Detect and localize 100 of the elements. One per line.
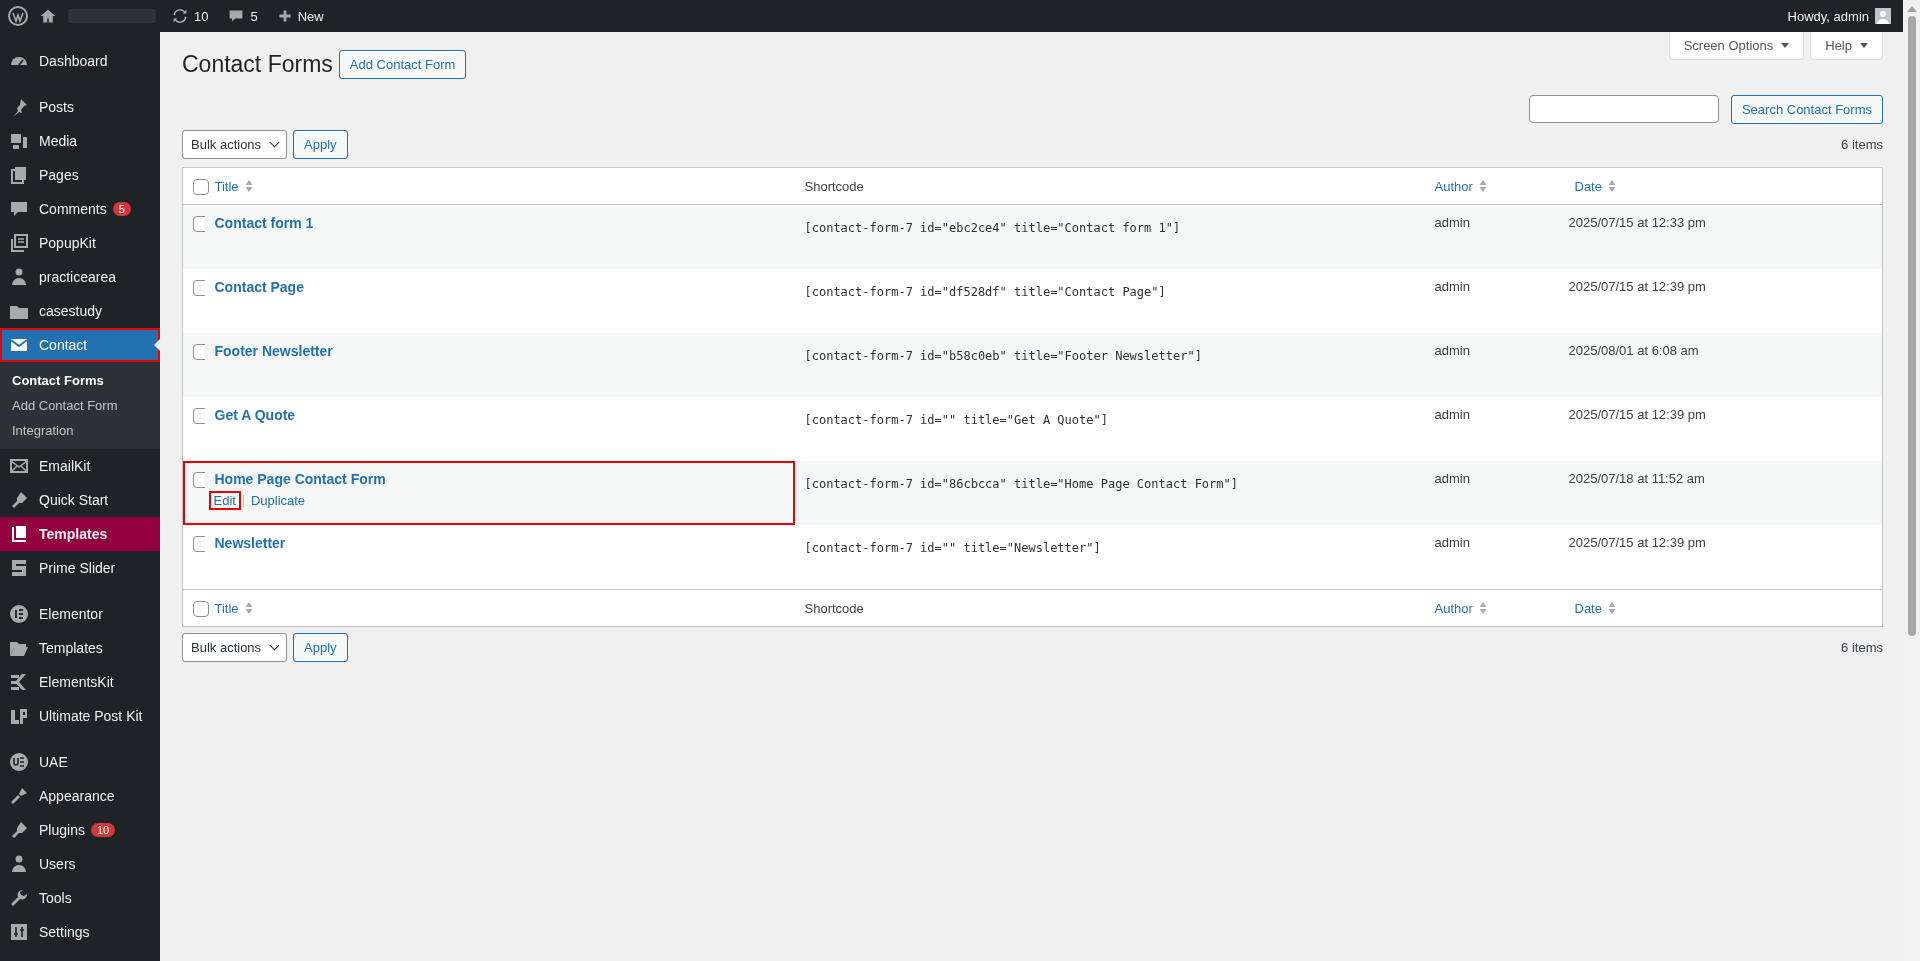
page-icon <box>9 524 29 544</box>
table-cell: 2025/07/18 at 11:52 am <box>1564 461 1883 525</box>
speech-bubble-icon <box>228 8 245 24</box>
table-cell: [contact-form-7 id="" title="Newsletter"] <box>794 525 1425 590</box>
bulk-actions-dropdown[interactable]: Bulk actions <box>182 633 288 662</box>
sidebar-menu-item[interactable]: ElementsKit <box>0 665 160 699</box>
sort-arrows-icon <box>244 179 253 193</box>
popup-icon <box>9 233 29 253</box>
sortable-column-header[interactable]: Date <box>1574 600 1616 616</box>
sidebar-menu-item[interactable]: Quick Start <box>0 483 160 517</box>
sort-arrows-icon <box>1607 179 1616 193</box>
sidebar-menu-item[interactable]: UAE <box>0 745 160 779</box>
sidebar-menu-item[interactable]: Comments 5 <box>0 192 160 226</box>
table-cell: 2025/08/01 at 6:08 am <box>1564 333 1883 397</box>
submenu-item[interactable]: Contact Forms <box>0 368 160 393</box>
comments-link[interactable]: 5 <box>224 8 262 24</box>
help-tab[interactable]: Help <box>1810 32 1883 60</box>
dropdown-triangle-icon <box>1860 43 1868 48</box>
form-title-link[interactable]: Contact form 1 <box>214 215 314 231</box>
plus-icon <box>277 9 292 23</box>
sortable-column-header[interactable]: Date <box>1574 178 1616 194</box>
table-cell: 2025/07/15 at 12:39 pm <box>1564 269 1883 333</box>
form-title-link[interactable]: Home Page Contact Form <box>214 471 386 487</box>
item-count: 6 items <box>1841 137 1883 152</box>
checkbox[interactable] <box>193 178 209 195</box>
new-link[interactable]: New <box>273 8 328 24</box>
submenu-item[interactable]: Integration <box>0 418 160 443</box>
bulk-actions-dropdown[interactable]: Bulk actions <box>182 130 288 159</box>
screen-options-tab[interactable]: Screen Options <box>1668 32 1805 60</box>
sidebar-menu-item[interactable]: Ultimate Post Kit <box>0 699 160 733</box>
page-title: Contact Forms <box>182 51 333 78</box>
wordpress-logo-icon[interactable] <box>8 6 28 26</box>
sortable-column-header[interactable]: Author <box>1434 600 1487 616</box>
updates-link[interactable]: 10 <box>168 8 213 24</box>
table-cell: [contact-form-7 id="b58c0eb" title="Footer Newsletter"] <box>794 333 1425 397</box>
sort-arrows-icon <box>244 601 253 615</box>
sortable-column-header[interactable]: Author <box>1434 178 1487 194</box>
sidebar-menu-item[interactable]: Dashboard <box>0 44 160 78</box>
count-badge: 5 <box>112 202 131 216</box>
sidebar-menu-item[interactable]: Pages <box>0 158 160 192</box>
sidebar-menu-item[interactable]: Media <box>0 124 160 158</box>
column-header: Shortcode <box>804 600 864 616</box>
table-cell: 2025/07/15 at 12:39 pm <box>1564 525 1883 590</box>
brush-icon <box>9 786 29 806</box>
sidebar-menu-item[interactable]: Posts <box>0 90 160 124</box>
sortable-column-header[interactable]: Title <box>214 178 253 194</box>
sidebar-menu-item[interactable]: Templates <box>0 631 160 665</box>
sidebar-menu-item[interactable]: Users <box>0 847 160 881</box>
up-mark-icon <box>9 706 29 726</box>
table-cell: admin <box>1424 525 1565 590</box>
letter-e-circle-icon <box>9 604 29 624</box>
home-icon[interactable] <box>40 8 56 24</box>
ue-circle-icon <box>9 752 29 772</box>
sidebar-menu-item[interactable]: Appearance <box>0 779 160 813</box>
dropdown-triangle-icon <box>1781 43 1790 48</box>
apply-button[interactable]: Apply <box>293 633 348 662</box>
sidebar-menu-item[interactable]: practicearea <box>0 260 160 294</box>
form-title-link[interactable]: Footer Newsletter <box>214 343 333 359</box>
form-title-link[interactable]: Get A Quote <box>214 407 296 423</box>
ek-mark-icon <box>9 672 29 692</box>
speech-bubble-icon <box>9 199 29 219</box>
add-contact-form-button[interactable]: Add Contact Form <box>338 50 467 79</box>
sidebar-menu-item[interactable]: Contact <box>0 328 160 362</box>
sidebar-menu-item[interactable]: EmailKit <box>0 449 160 483</box>
envelope-icon <box>9 456 29 476</box>
person-icon <box>9 854 29 874</box>
table-cell: [contact-form-7 id="" title="Get A Quote"] <box>794 397 1425 461</box>
person-icon <box>9 267 29 287</box>
account-menu[interactable]: Howdy, admin <box>1783 8 1895 24</box>
sidebar-menu-item[interactable]: Templates <box>0 517 160 551</box>
row-action-link[interactable]: Edit <box>210 493 239 508</box>
sidebar-menu-item[interactable]: Tools <box>0 881 160 915</box>
search-field[interactable] <box>1528 95 1719 123</box>
sort-arrows-icon <box>1478 601 1487 615</box>
table-cell: [contact-form-7 id="86cbcca" title="Home Page Contact Form"] <box>794 461 1425 525</box>
sort-arrows-icon <box>1478 179 1487 193</box>
search-button[interactable]: Search Contact Forms <box>1730 95 1883 124</box>
form-title-link[interactable]: Contact Page <box>214 279 304 295</box>
row-action-link[interactable]: Duplicate <box>247 493 309 508</box>
table-cell: [contact-form-7 id="df528df" title="Contact Page"] <box>794 269 1425 333</box>
avatar-placeholder-icon <box>1875 8 1891 24</box>
refresh-icon <box>172 8 188 24</box>
sidebar-menu-item[interactable]: Plugins 10 <box>0 813 160 847</box>
table-cell: admin <box>1424 397 1565 461</box>
sidebar-menu-item[interactable]: Elementor <box>0 597 160 631</box>
table-cell: admin <box>1424 461 1565 525</box>
sortable-column-header[interactable]: Title <box>214 600 253 616</box>
checkbox[interactable] <box>193 600 209 617</box>
sliders-icon <box>9 922 29 942</box>
sidebar-menu-item[interactable]: Prime Slider <box>0 551 160 585</box>
sidebar-menu-item[interactable]: casestudy <box>0 294 160 328</box>
apply-button[interactable]: Apply <box>293 130 348 159</box>
count-badge: 10 <box>90 823 116 837</box>
s-shape-icon <box>9 558 29 578</box>
table-cell: [contact-form-7 id="ebc2ce4" title="Contact form 1"] <box>794 204 1425 269</box>
table-cell: 2025/07/15 at 12:33 pm <box>1564 204 1883 269</box>
sidebar-menu-item[interactable]: Settings <box>0 915 160 949</box>
form-title-link[interactable]: Newsletter <box>214 535 286 551</box>
submenu-item[interactable]: Add Contact Form <box>0 393 160 418</box>
sidebar-menu-item[interactable]: PopupKit <box>0 226 160 260</box>
